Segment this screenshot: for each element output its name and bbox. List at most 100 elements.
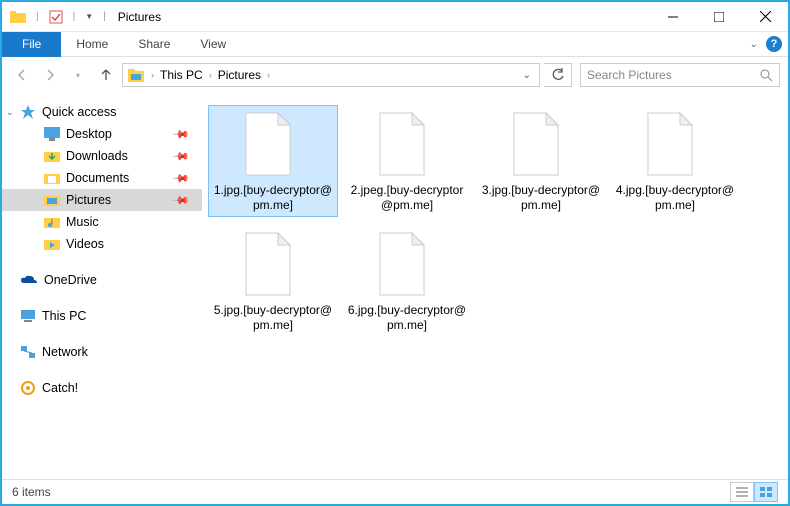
file-icon <box>372 109 442 179</box>
sidebar-item-label: Documents <box>66 171 129 185</box>
sidebar-item-pictures[interactable]: Pictures 📌 <box>2 189 202 211</box>
sidebar-item-videos[interactable]: Videos <box>2 233 202 255</box>
pin-icon: 📌 <box>172 147 191 166</box>
recent-dropdown-icon[interactable]: ▾ <box>66 63 90 87</box>
sidebar-item-catch[interactable]: Catch! <box>2 377 202 399</box>
sidebar-item-label: Downloads <box>66 149 128 163</box>
tab-view[interactable]: View <box>185 32 241 57</box>
file-item[interactable]: 5.jpg.[buy-decryptor@pm.me] <box>208 225 338 337</box>
tab-home[interactable]: Home <box>61 32 123 57</box>
sidebar-item-label: Pictures <box>66 193 111 207</box>
separator: | <box>103 11 106 22</box>
chevron-right-icon[interactable]: › <box>267 70 270 80</box>
file-item[interactable]: 4.jpg.[buy-decryptor@pm.me] <box>610 105 740 217</box>
file-name: 5.jpg.[buy-decryptor@pm.me] <box>212 303 334 333</box>
file-name: 6.jpg.[buy-decryptor@pm.me] <box>346 303 468 333</box>
sidebar-item-label: Quick access <box>42 105 116 119</box>
quick-access-node[interactable]: ⌄ Quick access <box>2 101 202 123</box>
separator: | <box>36 11 39 22</box>
search-placeholder: Search Pictures <box>587 68 672 82</box>
sidebar-item-documents[interactable]: Documents 📌 <box>2 167 202 189</box>
pin-icon: 📌 <box>172 191 191 210</box>
ribbon-tabs: File Home Share View ⌄ ? <box>2 32 788 57</box>
file-icon <box>640 109 710 179</box>
item-count: 6 items <box>12 485 51 499</box>
files-view[interactable]: 1.jpg.[buy-decryptor@pm.me] 2.jpeg.[buy-d… <box>202 93 788 479</box>
desktop-icon <box>44 127 60 141</box>
file-tab[interactable]: File <box>2 32 61 57</box>
network-icon <box>20 345 36 359</box>
music-icon <box>44 215 60 229</box>
forward-button[interactable] <box>38 63 62 87</box>
catch-icon <box>20 380 36 396</box>
sidebar-item-label: Music <box>66 215 99 229</box>
breadcrumb-root[interactable]: This PC <box>160 68 203 82</box>
file-item[interactable]: 2.jpeg.[buy-decryptor@pm.me] <box>342 105 472 217</box>
details-view-button[interactable] <box>730 482 754 502</box>
separator: | <box>73 11 76 22</box>
sidebar-item-this-pc[interactable]: This PC <box>2 305 202 327</box>
file-icon <box>506 109 576 179</box>
search-input[interactable]: Search Pictures <box>580 63 780 87</box>
help-icon[interactable]: ? <box>766 36 782 52</box>
sidebar-item-desktop[interactable]: Desktop 📌 <box>2 123 202 145</box>
file-name: 4.jpg.[buy-decryptor@pm.me] <box>614 183 736 213</box>
star-icon <box>20 104 36 120</box>
maximize-button[interactable] <box>696 2 742 32</box>
content-area: ⌄ Quick access Desktop 📌 Downloads 📌 Doc… <box>2 93 788 479</box>
sidebar-item-onedrive[interactable]: OneDrive <box>2 269 202 291</box>
downloads-icon <box>44 149 60 163</box>
file-icon <box>238 229 308 299</box>
window-title: Pictures <box>118 10 161 24</box>
onedrive-icon <box>20 273 38 287</box>
qat-dropdown-icon[interactable]: ▼ <box>85 12 93 21</box>
file-item[interactable]: 3.jpg.[buy-decryptor@pm.me] <box>476 105 606 217</box>
file-name: 1.jpg.[buy-decryptor@pm.me] <box>212 183 334 213</box>
icons-view-button[interactable] <box>754 482 778 502</box>
chevron-right-icon[interactable]: › <box>209 70 212 80</box>
sidebar-item-label: Catch! <box>42 381 78 395</box>
file-icon <box>238 109 308 179</box>
sidebar-item-network[interactable]: Network <box>2 341 202 363</box>
tab-share[interactable]: Share <box>123 32 185 57</box>
pin-icon: 📌 <box>172 169 191 188</box>
address-dropdown-icon[interactable]: ⌄ <box>519 70 535 81</box>
folder-icon <box>10 10 26 24</box>
refresh-button[interactable] <box>544 63 572 87</box>
quick-access-toolbar: | | ▼ | <box>10 10 112 24</box>
navigation-pane: ⌄ Quick access Desktop 📌 Downloads 📌 Doc… <box>2 93 202 479</box>
view-switcher <box>730 482 778 502</box>
documents-icon <box>44 171 60 185</box>
sidebar-item-music[interactable]: Music <box>2 211 202 233</box>
pictures-icon <box>44 193 60 207</box>
up-button[interactable] <box>94 63 118 87</box>
close-button[interactable] <box>742 2 788 32</box>
chevron-right-icon[interactable]: › <box>151 70 154 80</box>
titlebar: | | ▼ | Pictures <box>2 2 788 32</box>
ribbon-expand-icon[interactable]: ⌄ <box>750 39 758 50</box>
collapse-icon[interactable]: ⌄ <box>6 107 14 118</box>
pin-icon: 📌 <box>172 125 191 144</box>
file-icon <box>372 229 442 299</box>
sidebar-item-label: This PC <box>42 309 86 323</box>
back-button[interactable] <box>10 63 34 87</box>
pc-icon <box>20 309 36 323</box>
sidebar-item-label: Network <box>42 345 88 359</box>
file-item[interactable]: 1.jpg.[buy-decryptor@pm.me] <box>208 105 338 217</box>
pictures-folder-icon <box>127 67 145 83</box>
navigation-row: ▾ › This PC › Pictures › ⌄ Search Pictur… <box>2 57 788 93</box>
status-bar: 6 items <box>2 479 788 503</box>
window-controls <box>650 2 788 32</box>
address-bar[interactable]: › This PC › Pictures › ⌄ <box>122 63 540 87</box>
breadcrumb-current[interactable]: Pictures <box>218 68 261 82</box>
sidebar-item-label: Desktop <box>66 127 112 141</box>
properties-icon[interactable] <box>49 10 63 24</box>
file-name: 3.jpg.[buy-decryptor@pm.me] <box>480 183 602 213</box>
sidebar-item-downloads[interactable]: Downloads 📌 <box>2 145 202 167</box>
search-icon <box>760 69 773 82</box>
sidebar-item-label: Videos <box>66 237 104 251</box>
file-item[interactable]: 6.jpg.[buy-decryptor@pm.me] <box>342 225 472 337</box>
minimize-button[interactable] <box>650 2 696 32</box>
file-name: 2.jpeg.[buy-decryptor@pm.me] <box>346 183 468 213</box>
sidebar-item-label: OneDrive <box>44 273 97 287</box>
